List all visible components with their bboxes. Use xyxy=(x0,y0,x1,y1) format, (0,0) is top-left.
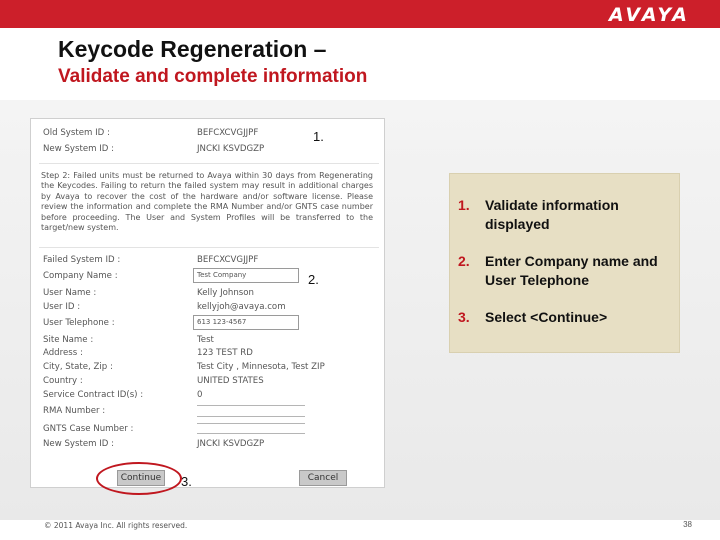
new-system-id-label: New System ID : xyxy=(43,144,115,154)
gnts-case-number-input-line xyxy=(197,433,305,434)
avaya-logo: AVAYA xyxy=(609,4,690,26)
country-label: Country : xyxy=(43,376,83,386)
address-label: Address : xyxy=(43,348,83,358)
copyright-footer: © 2011 Avaya Inc. All rights reserved. xyxy=(44,521,188,530)
user-id-label: User ID : xyxy=(43,302,81,312)
user-name-label: User Name : xyxy=(43,288,97,298)
divider xyxy=(39,163,379,164)
callout-item-number: 3. xyxy=(458,309,470,325)
marker-2: 2. xyxy=(308,272,319,287)
country-value: UNITED STATES xyxy=(197,376,264,386)
step2-instructions: Step 2: Failed units must be returned to… xyxy=(41,171,373,233)
new-system-id-value-2: JNCKI KSVDGZP xyxy=(197,439,265,449)
site-name-label: Site Name : xyxy=(43,335,94,345)
page-number: 38 xyxy=(683,520,692,529)
callout-item-number: 1. xyxy=(458,197,470,213)
callout-item-text: Validate information displayed xyxy=(485,197,619,232)
callout-item: 3. Select <Continue> xyxy=(458,308,678,327)
site-name-value: Test xyxy=(197,335,214,345)
marker-3: 3. xyxy=(181,474,192,489)
callout-item-text: Select <Continue> xyxy=(485,309,608,325)
gnts-case-number-label: GNTS Case Number : xyxy=(43,424,134,434)
user-telephone-label: User Telephone : xyxy=(43,318,115,328)
old-system-id-label: Old System ID : xyxy=(43,128,110,138)
gnts-case-number-input[interactable] xyxy=(197,423,305,424)
service-contract-label: Service Contract ID(s) : xyxy=(43,390,144,400)
failed-system-id-value: BEFCXCVGJJPF xyxy=(197,255,259,265)
callout-item-text: Enter Company name and User Telephone xyxy=(485,253,658,288)
rma-number-input-line xyxy=(197,416,305,417)
continue-highlight-ring xyxy=(96,462,182,495)
slide-title: Keycode Regeneration – xyxy=(58,36,327,62)
user-name-value: Kelly Johnson xyxy=(197,288,254,298)
company-name-input[interactable]: Test Company xyxy=(193,268,299,283)
callout-item-number: 2. xyxy=(458,253,470,269)
regeneration-form-screenshot: Old System ID : BEFCXCVGJJPF New System … xyxy=(30,118,385,488)
marker-1: 1. xyxy=(313,129,324,144)
user-id-value: kellyjoh@avaya.com xyxy=(197,302,286,312)
callout-item: 2. Enter Company name and User Telephone xyxy=(458,252,678,290)
city-state-zip-label: City, State, Zip : xyxy=(43,362,113,372)
new-system-id-value: JNCKI KSVDGZP xyxy=(197,144,265,154)
callout-item: 1. Validate information displayed xyxy=(458,196,678,234)
divider xyxy=(39,247,379,248)
old-system-id-value: BEFCXCVGJJPF xyxy=(197,128,259,138)
slide-subtitle: Validate and complete information xyxy=(58,66,368,87)
header-bar: AVAYA xyxy=(0,0,720,28)
service-contract-value: 0 xyxy=(197,390,203,400)
rma-number-input[interactable] xyxy=(197,405,305,406)
rma-number-label: RMA Number : xyxy=(43,406,106,416)
company-name-label: Company Name : xyxy=(43,271,118,281)
cancel-button[interactable]: Cancel xyxy=(299,470,347,486)
instructions-callout: 1. Validate information displayed 2. Ent… xyxy=(449,173,680,353)
city-state-zip-value: Test City , Minnesota, Test ZIP xyxy=(197,362,325,372)
failed-system-id-label: Failed System ID : xyxy=(43,255,121,265)
address-value: 123 TEST RD xyxy=(197,348,253,358)
new-system-id-label-2: New System ID : xyxy=(43,439,115,449)
user-telephone-input[interactable]: 613 123-4567 xyxy=(193,315,299,330)
